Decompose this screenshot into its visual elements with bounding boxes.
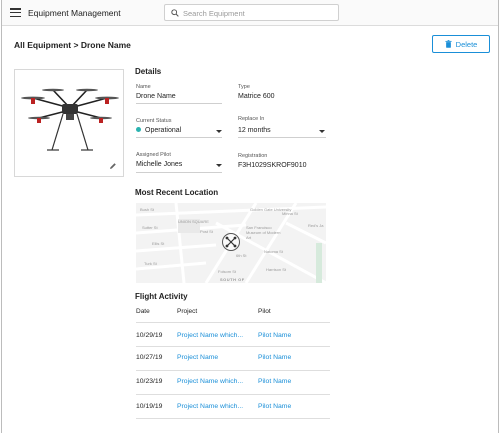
row-pilot-link[interactable]: Pilot Name: [258, 378, 291, 385]
map-label: Sutter St: [142, 225, 158, 230]
details-heading: Details: [135, 67, 162, 76]
row-divider: [136, 346, 330, 347]
map-label: Bush St: [140, 207, 155, 212]
type-value: Matrice 600: [238, 93, 275, 100]
drone-image: [21, 88, 119, 151]
pilot-label: Assigned Pilot: [136, 152, 171, 158]
column-header-date: Date: [136, 308, 150, 315]
map-label: Natoma St: [264, 249, 283, 254]
status-chevron-down-icon[interactable]: [216, 130, 222, 133]
row-date: 10/27/19: [136, 354, 163, 361]
hamburger-menu-icon[interactable]: [10, 8, 21, 18]
map-label: Harrison St: [266, 267, 287, 272]
header-divider: [136, 322, 330, 323]
map-label: SOUTH OF: [220, 277, 245, 282]
row-date: 10/23/19: [136, 378, 163, 385]
row-project-link[interactable]: Project Name: [177, 354, 218, 361]
app-title: Equipment Management: [28, 8, 121, 18]
row-divider: [136, 418, 330, 419]
row-pilot-link[interactable]: Pilot Name: [258, 354, 291, 361]
app-window: Equipment Management All Equipment > Dro…: [1, 0, 499, 433]
location-heading: Most Recent Location: [135, 188, 219, 197]
status-underline: [136, 137, 222, 138]
map-label: Ellis St: [152, 241, 165, 246]
map-label: Minna St: [282, 211, 298, 216]
status-value: Operational: [145, 127, 182, 134]
column-header-project: Project: [177, 308, 198, 315]
type-label: Type: [238, 84, 250, 90]
map-label: Red's Ja: [308, 223, 324, 228]
status-label: Current Status: [136, 118, 172, 124]
search-box[interactable]: [164, 4, 339, 21]
row-divider: [136, 370, 330, 371]
pilot-underline: [136, 172, 222, 173]
drone-image-card: [14, 69, 124, 177]
row-divider: [136, 394, 330, 395]
replace-in-value[interactable]: 12 months: [238, 127, 271, 134]
name-value[interactable]: Drone Name: [136, 93, 176, 100]
location-map[interactable]: Bush St Sutter St Golden Gate University…: [136, 203, 326, 283]
delete-button[interactable]: Delete: [432, 35, 490, 53]
drone-marker-icon: [225, 236, 237, 248]
top-bar: Equipment Management: [2, 0, 498, 26]
replace-in-chevron-down-icon[interactable]: [319, 130, 325, 133]
edit-pencil-icon[interactable]: [109, 162, 117, 170]
replace-in-underline: [238, 137, 326, 138]
delete-label: Delete: [455, 39, 478, 49]
map-label: UNION SQUARE: [178, 219, 209, 224]
row-project-link[interactable]: Project Name which...: [177, 332, 243, 339]
name-underline: [136, 103, 222, 104]
map-label: 6th St: [236, 253, 247, 258]
row-date: 10/29/19: [136, 332, 163, 339]
breadcrumb[interactable]: All Equipment > Drone Name: [14, 40, 131, 50]
map-label: San Francisco Museum of Modern Art: [246, 225, 281, 240]
name-label: Name: [136, 84, 151, 90]
pilot-value[interactable]: Michelle Jones: [136, 161, 182, 168]
flight-activity-heading: Flight Activity: [135, 292, 188, 301]
registration-value: F3H1029SKROF9010: [238, 162, 307, 169]
row-pilot-link[interactable]: Pilot Name: [258, 332, 291, 339]
status-indicator-icon: [136, 127, 141, 132]
map-label: Folsom St: [218, 269, 237, 274]
trash-icon: [445, 40, 452, 48]
map-label: Post St: [200, 229, 213, 234]
row-project-link[interactable]: Project Name which...: [177, 378, 243, 385]
row-date: 10/19/19: [136, 403, 163, 410]
search-icon: [171, 9, 179, 17]
registration-label: Registration: [238, 153, 268, 159]
replace-in-label: Replace In: [238, 116, 265, 122]
pilot-chevron-down-icon[interactable]: [216, 164, 222, 167]
row-pilot-link[interactable]: Pilot Name: [258, 403, 291, 410]
row-project-link[interactable]: Project Name which...: [177, 403, 243, 410]
column-header-pilot: Pilot: [258, 308, 271, 315]
map-label: Turk St: [144, 261, 157, 266]
search-input[interactable]: [183, 7, 333, 19]
drone-location-marker[interactable]: [222, 233, 240, 251]
status-select[interactable]: Operational: [136, 127, 181, 134]
